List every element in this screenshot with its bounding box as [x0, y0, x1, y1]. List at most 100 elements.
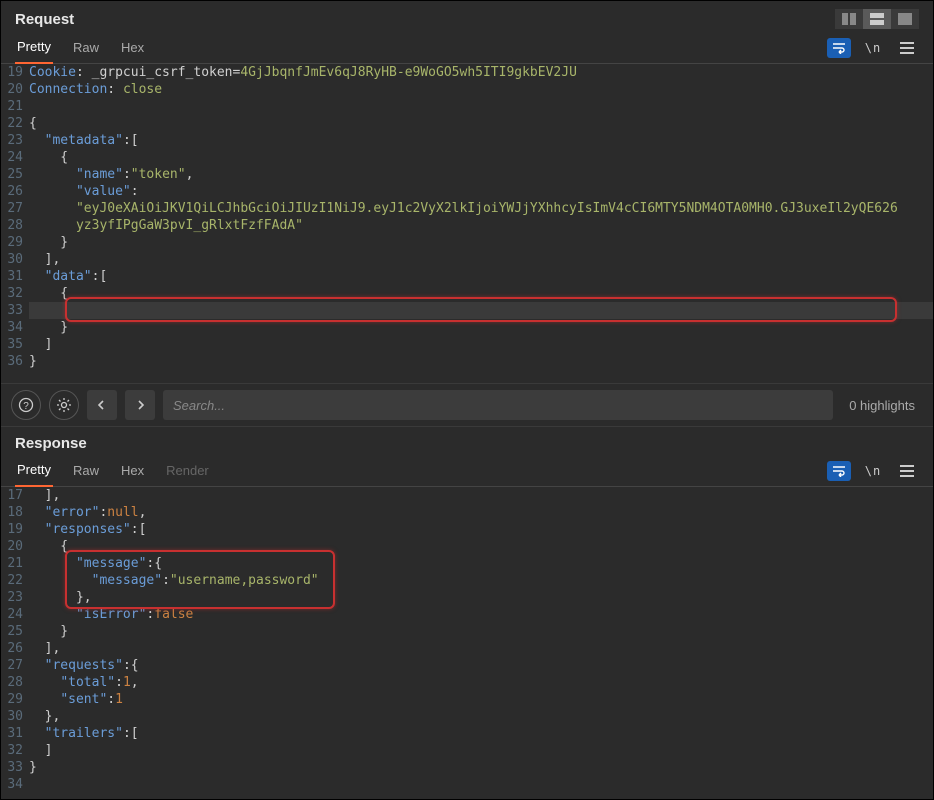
tab-pretty[interactable]: Pretty: [15, 33, 53, 64]
code-line[interactable]: "trailers":[: [29, 725, 933, 742]
response-panel: Response Pretty Raw Hex Render \n 171819…: [1, 427, 933, 799]
request-header: Request: [1, 1, 933, 33]
code-line[interactable]: },: [29, 589, 933, 606]
gear-icon: [56, 397, 72, 413]
tab-hex[interactable]: Hex: [119, 34, 146, 63]
code-line[interactable]: {: [29, 538, 933, 555]
response-code-area[interactable]: 171819202122232425262728293031323334 ], …: [1, 487, 933, 799]
response-gutter: 171819202122232425262728293031323334: [1, 487, 29, 799]
code-line[interactable]: ],: [29, 487, 933, 504]
code-line[interactable]: [29, 776, 933, 793]
menu-button[interactable]: [895, 461, 919, 481]
line-number: 31: [1, 725, 23, 742]
highlights-count: 0 highlights: [841, 398, 923, 413]
code-line[interactable]: }: [29, 623, 933, 640]
line-number: 25: [1, 166, 23, 183]
tab-render[interactable]: Render: [164, 457, 211, 486]
line-number: 34: [1, 319, 23, 336]
line-number: 24: [1, 606, 23, 623]
newline-label[interactable]: \n: [861, 38, 885, 58]
code-line[interactable]: Connection: close: [29, 81, 933, 98]
code-line[interactable]: "requests":{: [29, 657, 933, 674]
layout-columns-button[interactable]: [835, 9, 863, 29]
help-button[interactable]: ?: [11, 390, 41, 420]
request-gutter: 192021222324252627282930313233343536: [1, 64, 29, 383]
code-line[interactable]: ]: [29, 336, 933, 353]
code-line[interactable]: "isError":false: [29, 606, 933, 623]
wrap-button[interactable]: [827, 461, 851, 481]
code-line[interactable]: {: [29, 285, 933, 302]
line-number: 30: [1, 251, 23, 268]
tab-pretty[interactable]: Pretty: [15, 456, 53, 487]
single-icon: [898, 13, 912, 25]
line-number: 17: [1, 487, 23, 504]
help-icon: ?: [18, 397, 34, 413]
line-number: 34: [1, 776, 23, 793]
line-number: 25: [1, 623, 23, 640]
code-line[interactable]: ]: [29, 742, 933, 759]
code-line[interactable]: "message":"username,password": [29, 572, 933, 589]
forward-button[interactable]: [125, 390, 155, 420]
layout-buttons: [835, 9, 919, 29]
tab-raw[interactable]: Raw: [71, 457, 101, 486]
menu-button[interactable]: [895, 38, 919, 58]
code-line[interactable]: "message":{: [29, 555, 933, 572]
code-line[interactable]: ],: [29, 640, 933, 657]
code-line[interactable]: "eyJ0eXAiOiJKV1QiLCJhbGciOiJIUzI1NiJ9.ey…: [29, 200, 933, 217]
code-line[interactable]: "responses":[: [29, 521, 933, 538]
svg-text:?: ?: [23, 401, 29, 412]
request-code[interactable]: Cookie: _grpcui_csrf_token=4GjJbqnfJmEv6…: [29, 64, 933, 383]
line-number: 33: [1, 302, 23, 319]
line-number: 20: [1, 538, 23, 555]
line-number: 27: [1, 200, 23, 217]
wrap-button[interactable]: [827, 38, 851, 58]
code-line[interactable]: }: [29, 759, 933, 776]
line-number: 33: [1, 759, 23, 776]
line-number: 21: [1, 555, 23, 572]
code-line[interactable]: "total":1,: [29, 674, 933, 691]
code-line[interactable]: "error":null,: [29, 504, 933, 521]
code-line[interactable]: "sent":1: [29, 691, 933, 708]
search-input[interactable]: [163, 390, 833, 420]
line-highlight: [29, 302, 933, 319]
code-line[interactable]: [29, 98, 933, 115]
line-number: 32: [1, 285, 23, 302]
response-tabs: Pretty Raw Hex Render \n: [1, 456, 933, 487]
line-number: 21: [1, 98, 23, 115]
request-tabs: Pretty Raw Hex \n: [1, 33, 933, 64]
code-line[interactable]: ],: [29, 251, 933, 268]
line-number: 36: [1, 353, 23, 370]
request-code-area[interactable]: 192021222324252627282930313233343536 Coo…: [1, 64, 933, 383]
code-line[interactable]: },: [29, 708, 933, 725]
code-line[interactable]: "name":"token",: [29, 166, 933, 183]
code-line[interactable]: "value":: [29, 183, 933, 200]
back-button[interactable]: [87, 390, 117, 420]
response-code[interactable]: ], "error":null, "responses":[ { "messag…: [29, 487, 933, 799]
line-number: 24: [1, 149, 23, 166]
arrow-left-icon: [96, 399, 108, 411]
settings-button[interactable]: [49, 390, 79, 420]
line-number: 29: [1, 234, 23, 251]
code-line[interactable]: }: [29, 353, 933, 370]
code-line[interactable]: Cookie: _grpcui_csrf_token=4GjJbqnfJmEv6…: [29, 64, 933, 81]
line-number: 32: [1, 742, 23, 759]
line-number: 28: [1, 674, 23, 691]
line-number: 22: [1, 572, 23, 589]
tab-hex[interactable]: Hex: [119, 457, 146, 486]
layout-rows-button[interactable]: [863, 9, 891, 29]
code-line[interactable]: "data":[: [29, 268, 933, 285]
line-number: 18: [1, 504, 23, 521]
code-line[interactable]: {: [29, 115, 933, 132]
newline-label[interactable]: \n: [861, 461, 885, 481]
hamburger-icon: [900, 42, 914, 54]
code-line[interactable]: yz3yfIPgGaW3pvI_gRlxtFzfFAdA": [29, 217, 933, 234]
code-line[interactable]: {: [29, 149, 933, 166]
tab-raw[interactable]: Raw: [71, 34, 101, 63]
code-line[interactable]: }: [29, 319, 933, 336]
line-number: 19: [1, 521, 23, 538]
search-toolbar: ? 0 highlights: [1, 383, 933, 427]
code-line[interactable]: "metadata":[: [29, 132, 933, 149]
code-line[interactable]: }: [29, 234, 933, 251]
layout-single-button[interactable]: [891, 9, 919, 29]
line-number: 20: [1, 81, 23, 98]
